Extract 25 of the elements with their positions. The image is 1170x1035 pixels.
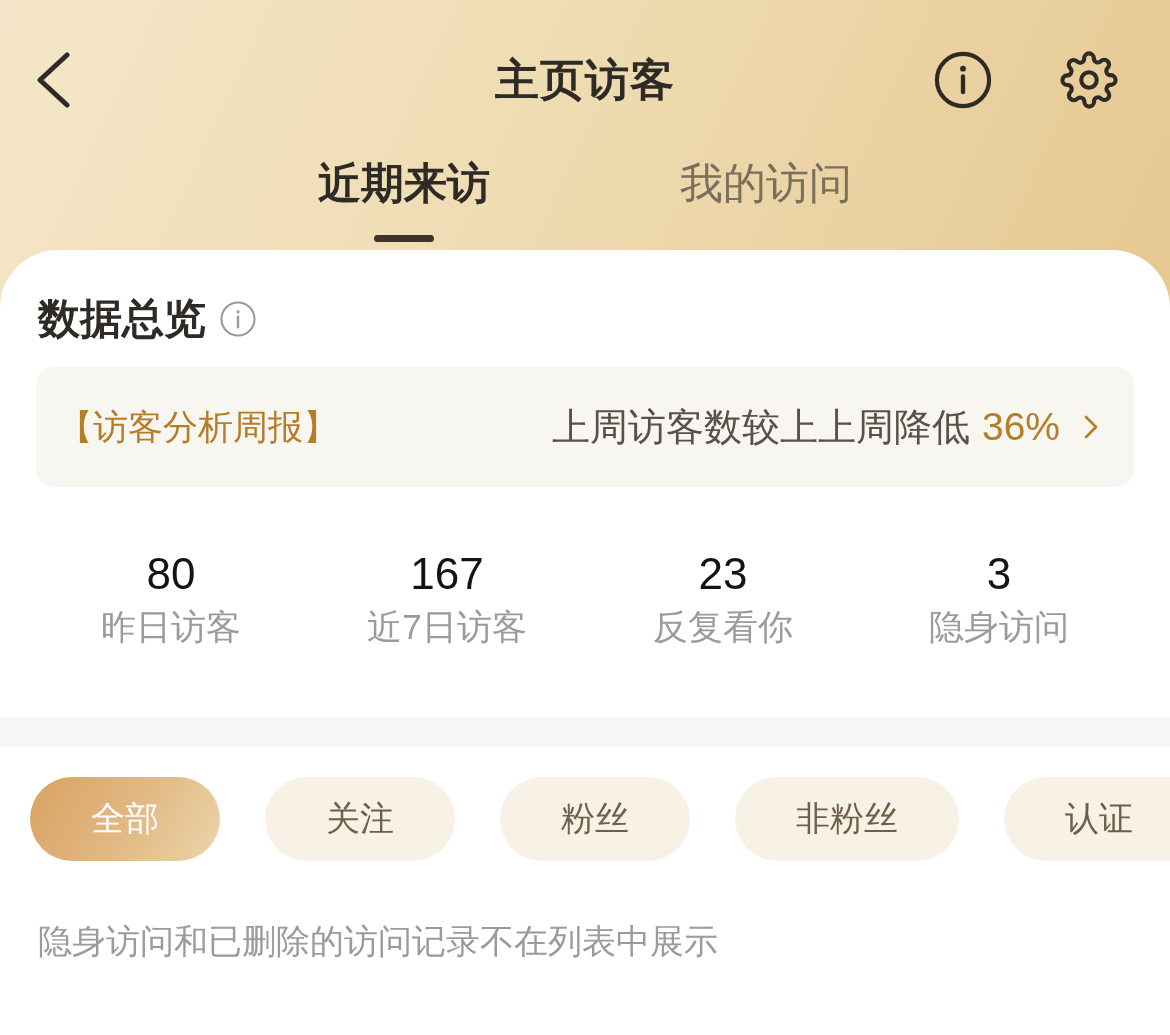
stat-label: 隐身访问 <box>929 606 1069 648</box>
list-note: 隐身访问和已删除的访问记录不在列表中展示 <box>38 921 719 962</box>
filter-chip[interactable]: 非粉丝 <box>735 777 959 861</box>
info-icon[interactable] <box>934 51 992 109</box>
filter-chip[interactable]: 认证 <box>1004 777 1170 861</box>
change-percent: 36% <box>981 405 1060 449</box>
report-tag: 【访客分析周报】 <box>58 403 338 451</box>
tab[interactable]: 我的访问 <box>680 155 852 242</box>
section-title: 数据总览 <box>38 294 206 344</box>
stat-value: 23 <box>698 549 748 599</box>
stat-value: 3 <box>986 549 1012 599</box>
filter-chip[interactable]: 关注 <box>265 777 455 861</box>
back-icon[interactable] <box>36 52 70 108</box>
page-title: 主页访客 <box>495 53 675 106</box>
tab[interactable]: 近期来访 <box>318 155 490 242</box>
filter-chip[interactable]: 粉丝 <box>500 777 690 861</box>
weekly-report-banner[interactable]: 【访客分析周报】 上周访客数较上上周降低 36% <box>36 367 1134 487</box>
stat-label: 昨日访客 <box>101 606 241 648</box>
chevron-right-icon <box>1084 415 1098 439</box>
stat-value: 167 <box>410 549 484 599</box>
stat-label: 近7日访客 <box>367 606 527 648</box>
stat-value: 80 <box>146 549 196 599</box>
stat-label: 反复看你 <box>653 606 793 648</box>
settings-icon[interactable] <box>1060 51 1118 109</box>
report-summary: 上周访客数较上上周降低 <box>551 404 970 450</box>
